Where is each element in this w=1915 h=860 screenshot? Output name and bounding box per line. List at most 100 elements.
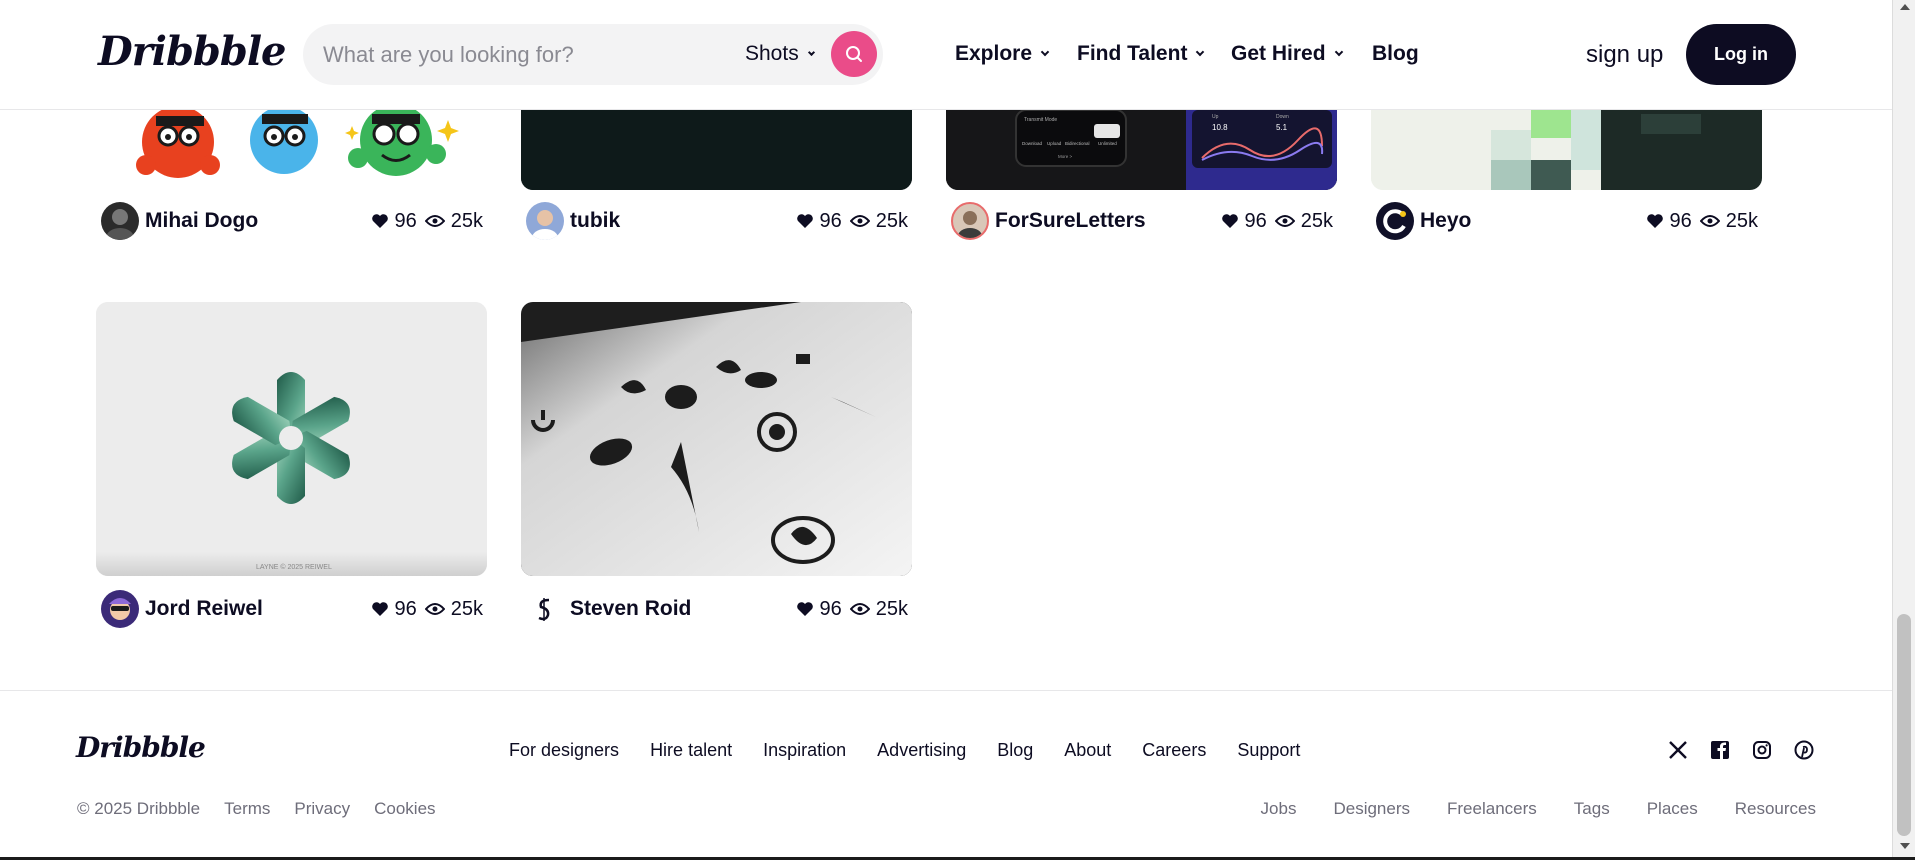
- footer-legal-links: © 2025 Dribbble Terms Privacy Cookies: [77, 799, 436, 819]
- shot-thumbnail-tubik[interactable]: [521, 110, 912, 190]
- freelancers-link[interactable]: Freelancers: [1447, 799, 1537, 819]
- designers-link[interactable]: Designers: [1333, 799, 1410, 819]
- vertical-scrollbar[interactable]: [1892, 0, 1915, 860]
- avatar[interactable]: [101, 590, 139, 628]
- footer-link-support[interactable]: Support: [1237, 740, 1300, 761]
- mini-label: Up: [1212, 114, 1219, 120]
- shot-meta: Heyo 96 25k: [1371, 201, 1762, 241]
- like-button[interactable]: 96: [371, 598, 417, 621]
- eye-icon: [849, 215, 870, 227]
- footer-link-hire-talent[interactable]: Hire talent: [650, 740, 732, 761]
- shot-stats: 96 25k: [796, 598, 908, 621]
- views: 25k: [424, 598, 483, 621]
- shot-thumbnail-jord-reiwel[interactable]: LAYNE © 2025 REIWEL: [96, 302, 487, 576]
- dark-glow-illustration: [521, 110, 912, 190]
- like-count: 96: [819, 209, 842, 232]
- author-name[interactable]: Heyo: [1420, 209, 1646, 233]
- heart-icon: [1646, 214, 1663, 228]
- scroll-down-arrow-icon[interactable]: [1900, 843, 1910, 849]
- nav-get-hired[interactable]: Get Hired: [1231, 42, 1343, 66]
- mini-label: 5.1: [1276, 123, 1288, 132]
- like-button[interactable]: 96: [1221, 210, 1267, 233]
- shot-meta: Jord Reiwel 96 25k: [96, 589, 487, 629]
- chevron-down-icon: [1334, 47, 1343, 57]
- site-footer: Dribbble For designers Hire talent Inspi…: [0, 690, 1892, 860]
- search-scope-dropdown[interactable]: Shots: [745, 42, 815, 66]
- avatar[interactable]: [951, 202, 989, 240]
- avatar[interactable]: [1376, 202, 1414, 240]
- log-in-button[interactable]: Log in: [1686, 24, 1796, 85]
- privacy-link[interactable]: Privacy: [294, 799, 350, 819]
- eye-icon: [1699, 215, 1720, 227]
- mini-label: More >: [1058, 154, 1073, 159]
- copyright-text: © 2025 Dribbble: [77, 799, 201, 818]
- avatar[interactable]: [526, 590, 564, 628]
- search-icon: [846, 46, 862, 62]
- places-link[interactable]: Places: [1647, 799, 1698, 819]
- nav-find-talent[interactable]: Find Talent: [1077, 42, 1205, 66]
- footer-link-for-designers[interactable]: For designers: [509, 740, 619, 761]
- pinterest-icon[interactable]: [1792, 738, 1816, 762]
- footer-link-careers[interactable]: Careers: [1142, 740, 1206, 761]
- tags-link[interactable]: Tags: [1574, 799, 1610, 819]
- like-button[interactable]: 96: [796, 598, 842, 621]
- author-name[interactable]: Mihai Dogo: [145, 209, 371, 233]
- like-count: 96: [819, 597, 842, 620]
- views: 25k: [424, 210, 483, 233]
- thumbnail-caption: LAYNE © 2025 REIWEL: [256, 563, 332, 571]
- author-name[interactable]: tubik: [570, 209, 796, 233]
- sign-up-link[interactable]: sign up: [1586, 41, 1663, 69]
- facebook-icon[interactable]: [1708, 738, 1732, 762]
- search-bar: Shots: [303, 24, 883, 85]
- like-button[interactable]: 96: [1646, 210, 1692, 233]
- footer-link-blog[interactable]: Blog: [997, 740, 1033, 761]
- view-count: 25k: [875, 209, 908, 232]
- shot-thumbnail-forsureletters[interactable]: Transmit Mode Download Upload Bidirectio…: [946, 110, 1337, 190]
- heart-icon: [796, 602, 813, 616]
- search-button[interactable]: [831, 31, 877, 77]
- avatar[interactable]: [526, 202, 564, 240]
- nav-explore-label: Explore: [955, 42, 1033, 65]
- avatar[interactable]: [101, 202, 139, 240]
- top-header: Dribbble Shots Explore Find Talent Get H…: [0, 0, 1892, 110]
- author-name[interactable]: Jord Reiwel: [145, 597, 371, 621]
- instagram-icon[interactable]: [1750, 738, 1774, 762]
- shot-meta: Steven Roid 96 25k: [521, 589, 912, 629]
- footer-link-about[interactable]: About: [1064, 740, 1111, 761]
- shot-meta: tubik 96 25k: [521, 201, 912, 241]
- x-icon[interactable]: [1666, 738, 1690, 762]
- shot-thumbnail-heyo[interactable]: [1371, 110, 1762, 190]
- author-name[interactable]: Steven Roid: [570, 597, 796, 621]
- scroll-up-arrow-icon[interactable]: [1900, 4, 1910, 10]
- nav-find-talent-label: Find Talent: [1077, 42, 1188, 65]
- search-input[interactable]: [323, 24, 703, 85]
- footer-nav: For designers Hire talent Inspiration Ad…: [509, 740, 1300, 761]
- mini-label: Download: [1022, 141, 1043, 146]
- dribbble-logo[interactable]: Dribbble: [98, 28, 287, 75]
- footer-link-inspiration[interactable]: Inspiration: [763, 740, 846, 761]
- jobs-link[interactable]: Jobs: [1261, 799, 1297, 819]
- author-name[interactable]: ForSureLetters: [995, 209, 1221, 233]
- like-button[interactable]: 96: [371, 210, 417, 233]
- shot-stats: 96 25k: [1221, 209, 1333, 233]
- like-button[interactable]: 96: [796, 210, 842, 233]
- nav-blog[interactable]: Blog: [1372, 42, 1419, 66]
- cookies-link[interactable]: Cookies: [374, 799, 435, 819]
- terms-link[interactable]: Terms: [224, 799, 270, 819]
- resources-link[interactable]: Resources: [1735, 799, 1816, 819]
- like-count: 96: [1669, 209, 1692, 232]
- footer-logo[interactable]: Dribbble: [76, 731, 206, 764]
- view-count: 25k: [1300, 209, 1333, 232]
- shot-thumbnail-steven-roid[interactable]: [521, 302, 912, 576]
- nav-explore[interactable]: Explore: [955, 42, 1050, 66]
- view-count: 25k: [1725, 209, 1758, 232]
- shot-stats: 96 25k: [371, 210, 483, 233]
- scrollbar-thumb[interactable]: [1897, 614, 1911, 836]
- mini-label: Down: [1276, 114, 1289, 120]
- views: 25k: [1274, 209, 1333, 233]
- eye-icon: [849, 603, 870, 615]
- nav-blog-label: Blog: [1372, 42, 1419, 65]
- shot-thumbnail-mihai-dogo[interactable]: [96, 110, 487, 190]
- chevron-down-icon: [1196, 47, 1205, 57]
- footer-link-advertising[interactable]: Advertising: [877, 740, 966, 761]
